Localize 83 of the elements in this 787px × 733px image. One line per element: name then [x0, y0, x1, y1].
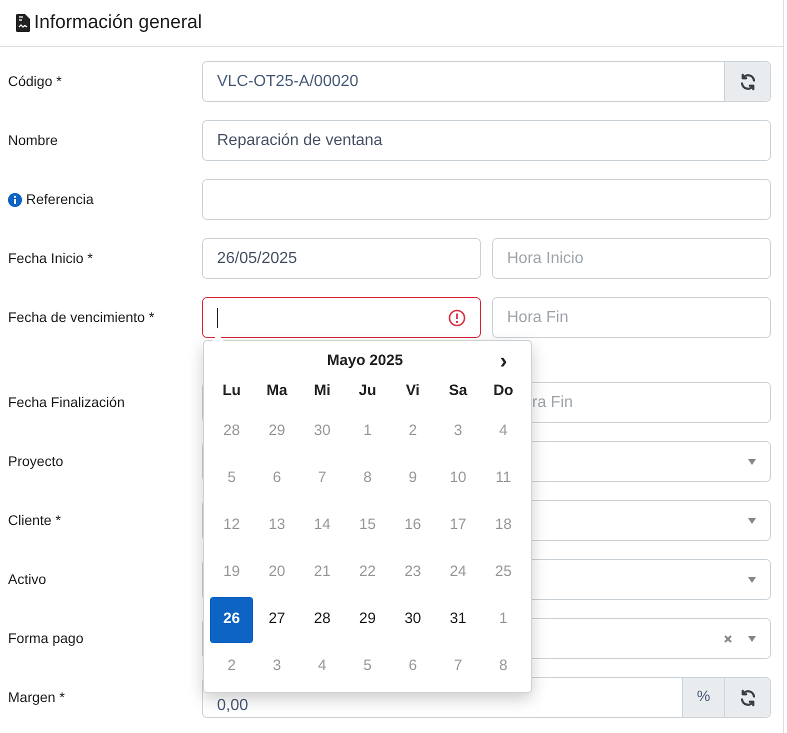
caret-icon — [748, 576, 756, 582]
calendar-day[interactable]: 30 — [391, 596, 434, 642]
field-label: Cliente * — [8, 511, 61, 530]
weekday-label: Do — [492, 380, 514, 401]
field-label: Código * — [8, 72, 62, 91]
calendar-day[interactable]: 20 — [255, 550, 299, 596]
time-field[interactable]: Hora Inicio — [492, 238, 771, 279]
weekday-label: Ma — [266, 380, 288, 401]
calendar-day[interactable]: 22 — [346, 550, 390, 596]
refresh-button[interactable] — [724, 678, 770, 717]
refresh-icon — [738, 688, 756, 706]
calendar-day[interactable]: 18 — [482, 502, 525, 548]
document-icon — [16, 14, 30, 32]
caret-icon — [748, 518, 756, 524]
field-label: Forma pago — [8, 629, 84, 648]
calendar-day[interactable]: 15 — [346, 502, 390, 548]
caret-icon — [748, 636, 756, 642]
calendar-day[interactable]: 1 — [482, 596, 525, 642]
field-label: Referencia — [26, 190, 94, 209]
calendar-day[interactable]: 19 — [210, 550, 254, 596]
weekday-label: Mi — [312, 380, 332, 401]
calendar-day[interactable]: 24 — [436, 550, 480, 596]
calendar-day[interactable]: 4 — [300, 644, 344, 690]
calendar-day[interactable]: 3 — [255, 644, 299, 690]
field-label: Fecha de vencimiento * — [8, 308, 154, 327]
field-label: Fecha Finalización — [8, 393, 125, 412]
calendar-day[interactable]: 10 — [436, 456, 480, 502]
input-field[interactable]: Reparación de ventana — [202, 120, 771, 161]
calendar-day[interactable]: 9 — [391, 456, 434, 502]
calendar-day[interactable]: 13 — [255, 502, 299, 548]
calendar-day[interactable]: 17 — [436, 502, 480, 548]
calendar-day[interactable]: 28 — [300, 596, 344, 642]
calendar-day[interactable]: 2 — [210, 644, 254, 690]
refresh-button[interactable] — [724, 62, 770, 101]
calendar-day[interactable]: 23 — [391, 550, 434, 596]
time-field[interactable]: Hora Fin — [492, 297, 771, 338]
calendar-day[interactable]: 31 — [436, 596, 480, 642]
calendar-day[interactable]: 21 — [300, 550, 344, 596]
date-field[interactable] — [202, 297, 481, 338]
calendar-day[interactable]: 14 — [300, 502, 344, 548]
error-icon — [448, 308, 466, 326]
calendar-day[interactable]: 8 — [482, 644, 525, 690]
field-label: Margen * — [8, 688, 65, 707]
weekday-label: Lu — [221, 380, 242, 401]
text-cursor — [217, 308, 218, 328]
calendar-day[interactable]: 7 — [300, 456, 344, 502]
calendar-day[interactable]: 11 — [482, 456, 525, 502]
calendar-day[interactable]: 16 — [391, 502, 434, 548]
calendar-day[interactable]: 8 — [346, 456, 390, 502]
section-title: Información general — [34, 10, 202, 35]
weekday-label: Sa — [448, 380, 468, 401]
date-field[interactable]: 26/05/2025 — [202, 238, 481, 279]
field-label: Nombre — [8, 131, 58, 150]
caret-icon — [748, 458, 756, 464]
calendar-day[interactable]: 3 — [436, 408, 480, 454]
info-icon — [8, 192, 22, 206]
calendar-day[interactable]: 1 — [346, 408, 390, 454]
calendar-day[interactable]: 27 — [255, 596, 299, 642]
weekday-label: Vi — [404, 380, 421, 401]
input-field[interactable]: VLC-OT25-A/00020 — [203, 62, 724, 101]
refresh-icon — [738, 72, 756, 90]
calendar-day[interactable]: 5 — [210, 456, 254, 502]
field-label: Activo — [8, 570, 46, 589]
unit-addon: % — [682, 678, 724, 717]
field-label: Fecha Inicio * — [8, 249, 93, 268]
next-month-button[interactable]: › — [481, 350, 526, 372]
calendar-day[interactable]: 26 — [210, 596, 254, 642]
clear-icon[interactable] — [724, 634, 732, 642]
calendar-day[interactable]: 25 — [482, 550, 525, 596]
calendar-day[interactable]: 5 — [346, 644, 390, 690]
calendar-day[interactable]: 2 — [391, 408, 434, 454]
weekday-label: Ju — [358, 380, 378, 401]
calendar-day[interactable]: 29 — [346, 596, 390, 642]
calendar-day[interactable]: 7 — [436, 644, 480, 690]
input-field[interactable] — [202, 179, 771, 220]
calendar-day[interactable]: 28 — [210, 408, 254, 454]
calendar-day[interactable]: 6 — [391, 644, 434, 690]
field-label: Proyecto — [8, 452, 64, 471]
calendar-day[interactable]: 12 — [210, 502, 254, 548]
calendar-day[interactable]: 29 — [255, 408, 299, 454]
calendar-day[interactable]: 30 — [300, 408, 344, 454]
calendar-day[interactable]: 6 — [255, 456, 299, 502]
month-title: Mayo 2025 — [326, 350, 404, 371]
